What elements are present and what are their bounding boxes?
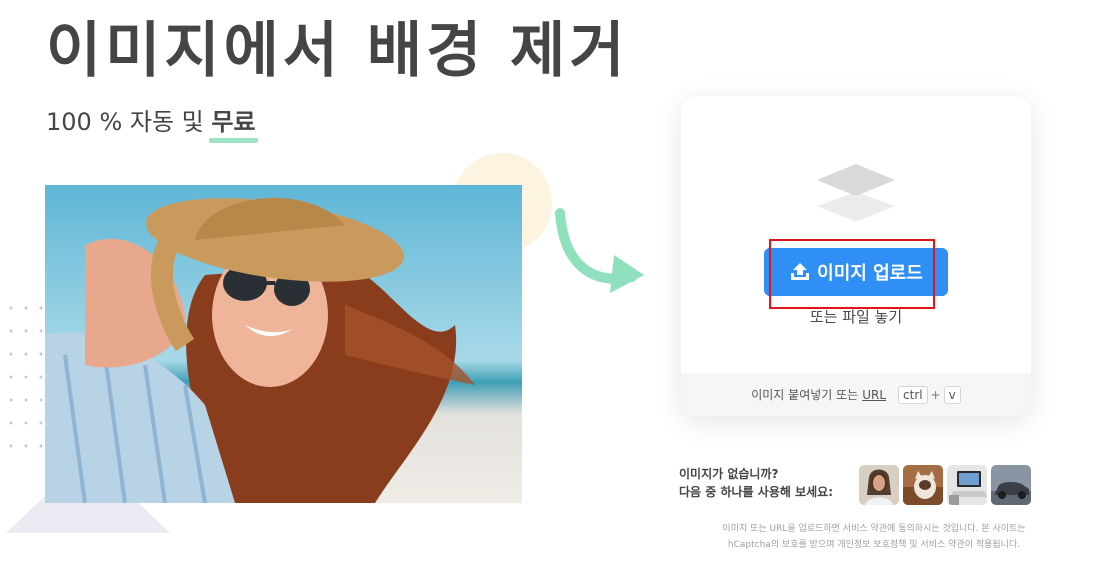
sample-thumbnails xyxy=(859,465,1031,505)
example-photo xyxy=(45,185,522,503)
legal-line-1: 이미지 또는 URL을 업로드하면 서비스 약관에 동의하시는 것입니다. 본 … xyxy=(722,524,1026,534)
decorative-dots xyxy=(9,306,43,448)
drop-file-text: 또는 파일 놓기 xyxy=(809,308,903,326)
sample-thumb-car[interactable] xyxy=(991,465,1031,505)
page-subtitle: 100 % 자동 및 무료 xyxy=(46,102,258,143)
key-plus: + xyxy=(930,387,941,402)
paste-text: 이미지 붙여넣기 또는 xyxy=(751,388,859,402)
subtitle-free-highlight: 무료 xyxy=(209,102,258,143)
sample-question: 이미지가 없습니까? xyxy=(679,467,779,481)
upload-card[interactable]: 이미지 업로드 또는 파일 놓기 이미지 붙여넣기 또는 URL ctrl + … xyxy=(681,96,1031,416)
page-title: 이미지에서 배경 제거 xyxy=(46,16,629,86)
sample-thumb-woman[interactable] xyxy=(859,465,899,505)
upload-icon xyxy=(791,263,810,280)
paste-hint-bar: 이미지 붙여넣기 또는 URL ctrl + v xyxy=(681,373,1031,416)
sample-prompt: 다음 중 하나를 사용해 보세요: xyxy=(679,485,833,499)
sample-images-label: 이미지가 없습니까? 다음 중 하나를 사용해 보세요: xyxy=(679,465,833,501)
arrow-icon xyxy=(555,208,644,293)
upload-image-button[interactable]: 이미지 업로드 xyxy=(764,248,948,296)
page: 이미지에서 배경 제거 100 % 자동 및 무료 이미지 업로드 또는 파일 … xyxy=(0,0,1103,583)
sample-thumb-laptop[interactable] xyxy=(947,465,987,505)
upload-button-label: 이미지 업로드 xyxy=(817,263,923,284)
key-ctrl: ctrl xyxy=(898,385,928,404)
legal-notice: 이미지 또는 URL을 업로드하면 서비스 약관에 동의하시는 것입니다. 본 … xyxy=(680,521,1068,553)
key-v: v xyxy=(943,385,961,404)
layers-icon xyxy=(817,164,895,222)
url-link[interactable]: URL xyxy=(862,388,886,402)
subtitle-text: 100 % 자동 및 xyxy=(46,108,204,136)
legal-line-2: hCaptcha의 보호를 받으며 개인정보 보호정책 및 서비스 약관이 적용… xyxy=(727,540,1021,550)
sample-thumb-cat[interactable] xyxy=(903,465,943,505)
